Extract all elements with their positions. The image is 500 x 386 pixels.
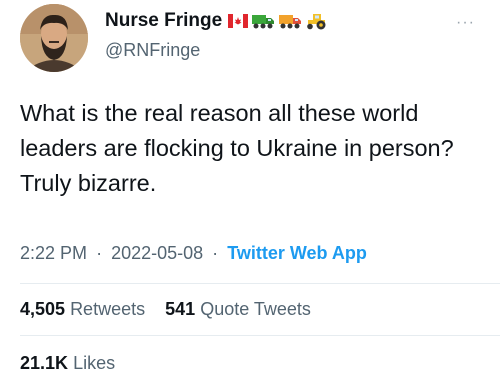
tweet-date[interactable]: 2022-05-08 xyxy=(111,243,203,263)
display-name[interactable]: Nurse Fringe xyxy=(105,10,222,32)
quote-tweets-count: 541 xyxy=(165,299,196,319)
avatar-image xyxy=(20,4,88,72)
avatar[interactable] xyxy=(20,4,88,72)
tweet-meta: 2:22 PM · 2022-05-08 · Twitter Web App xyxy=(20,243,367,264)
quote-tweets-stat[interactable]: 541 Quote Tweets xyxy=(165,299,311,319)
retweets-stat[interactable]: 4,505 Retweets xyxy=(20,299,150,319)
author-name-row: Nurse Fringe xyxy=(105,10,329,32)
canada-flag-icon xyxy=(228,14,249,28)
divider xyxy=(20,335,500,336)
retweets-count: 4,505 xyxy=(20,299,66,319)
tweet-text: What is the real reason all these world … xyxy=(20,100,454,196)
name-emojis xyxy=(228,12,329,30)
meta-separator: · xyxy=(96,243,103,263)
divider xyxy=(20,283,500,284)
likes-label: Likes xyxy=(73,353,116,373)
author-handle[interactable]: @RNFringe xyxy=(105,40,200,61)
tweet-card: Nurse Fringe @RNFringe ··· What is the r… xyxy=(0,0,500,386)
likes-count: 21.1K xyxy=(20,353,69,373)
meta-separator: · xyxy=(212,243,219,263)
likes-stat[interactable]: 21.1K Likes xyxy=(20,353,115,374)
truck-icon xyxy=(252,15,275,29)
retweets-label: Retweets xyxy=(70,299,146,319)
tractor-icon xyxy=(307,14,326,30)
tweet-time[interactable]: 2:22 PM xyxy=(20,243,87,263)
quote-tweets-label: Quote Tweets xyxy=(200,299,311,319)
engagement-stats: 4,505 Retweets 541 Quote Tweets xyxy=(20,299,311,320)
truck-icon xyxy=(279,15,302,29)
tweet-source-link[interactable]: Twitter Web App xyxy=(227,243,367,263)
more-options-icon[interactable]: ··· xyxy=(456,14,475,32)
